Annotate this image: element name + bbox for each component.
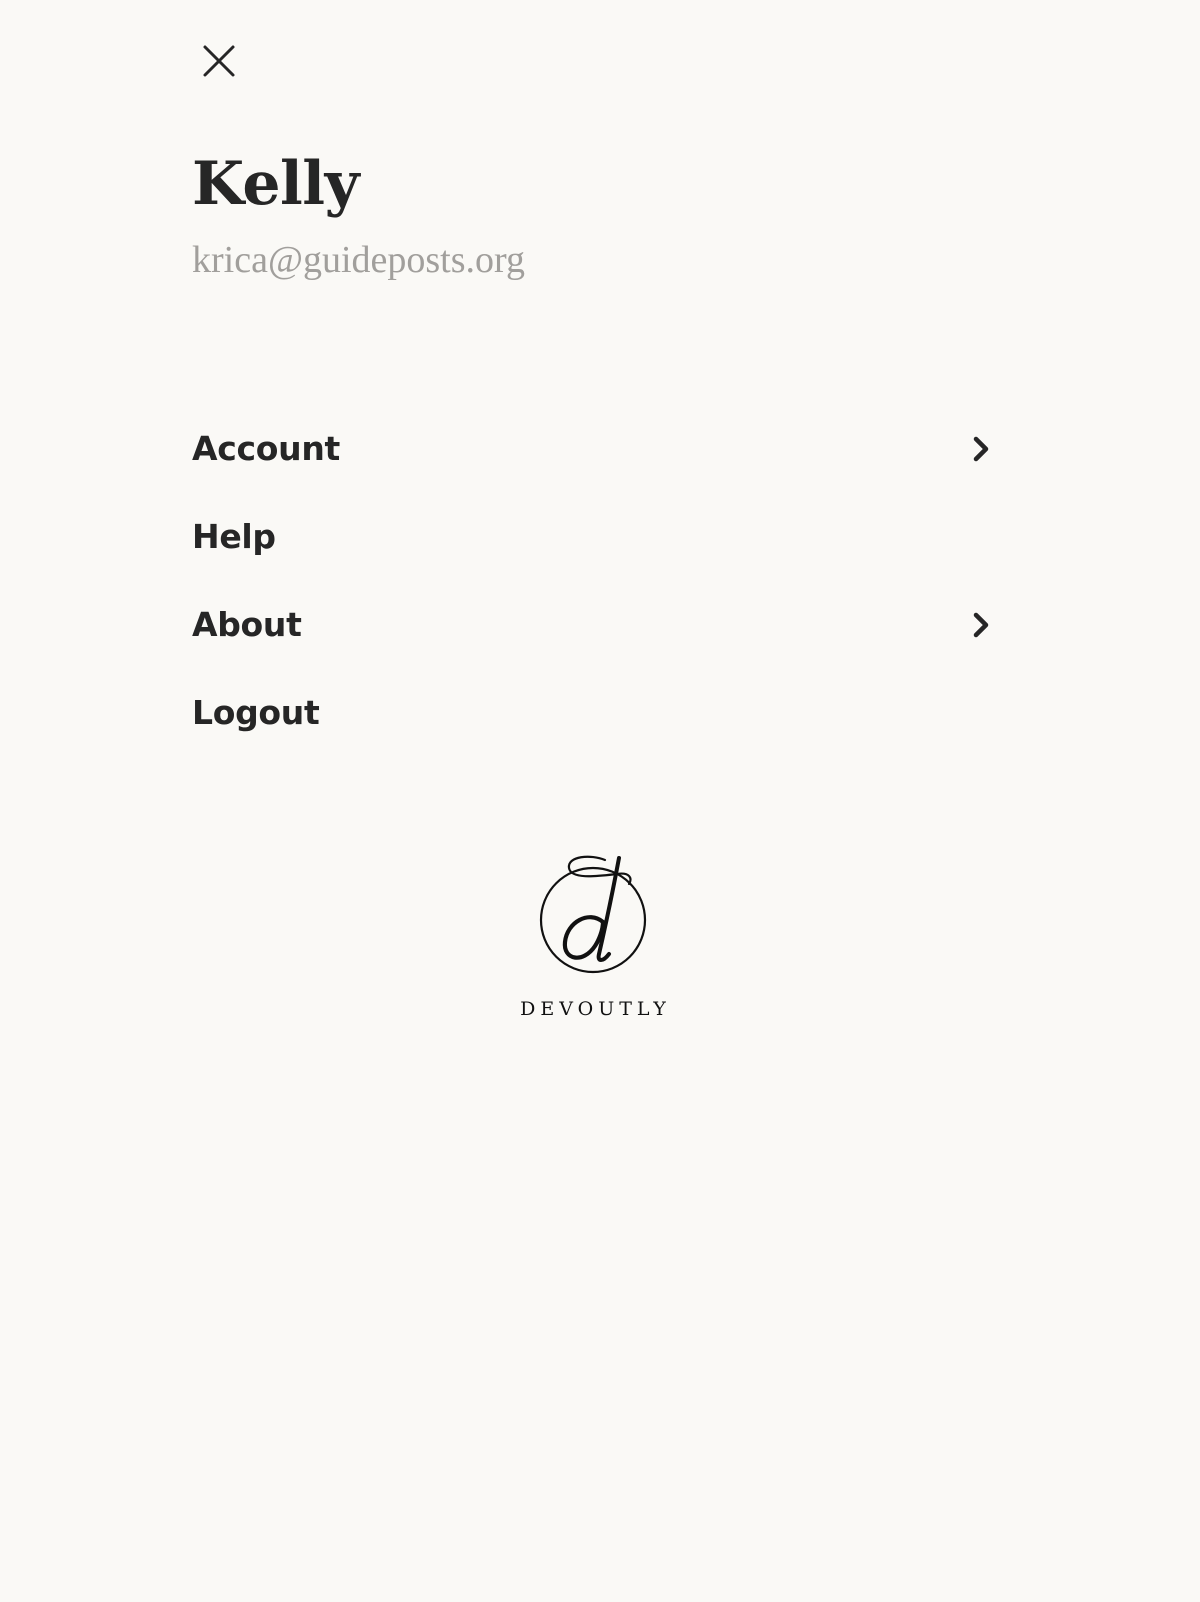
chevron-right-icon: [973, 436, 989, 462]
menu-item-label: Account: [192, 429, 340, 468]
devoutly-logo-icon: [539, 855, 647, 974]
menu-item-label: Logout: [192, 693, 320, 732]
menu-item-logout[interactable]: Logout: [192, 669, 996, 757]
close-button[interactable]: [196, 40, 240, 84]
close-icon: [203, 45, 235, 77]
user-name: Kelly: [192, 149, 359, 219]
menu-list: Account Help About Logout: [192, 405, 996, 757]
brand-wordmark: DEVOUTLY: [520, 998, 671, 1020]
chevron-right-icon: [973, 612, 989, 638]
brand-logo: DEVOUTLY: [480, 850, 706, 1020]
menu-item-label: About: [192, 605, 302, 644]
user-email: krica@guideposts.org: [192, 239, 525, 281]
menu-item-label: Help: [192, 517, 276, 556]
menu-item-about[interactable]: About: [192, 581, 996, 669]
menu-item-account[interactable]: Account: [192, 405, 996, 493]
menu-item-help[interactable]: Help: [192, 493, 996, 581]
